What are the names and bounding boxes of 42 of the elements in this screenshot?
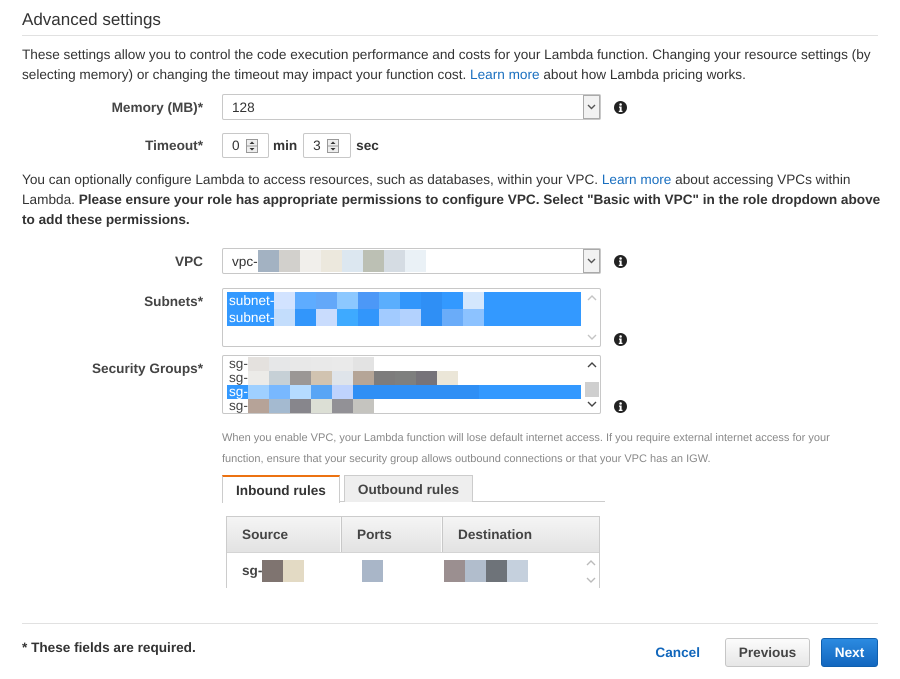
stepper-arrows-icon[interactable] bbox=[326, 138, 339, 152]
column-header[interactable]: Destination bbox=[443, 517, 599, 552]
info-icon[interactable] bbox=[614, 400, 627, 413]
description-text: These settings allow you to control the code execution performance and costs for your Lambda function. Changing your resource settings (by selecting memory) or changing the timeout may impact your function cost. Learn more about how Lambda pricing works. bbox=[22, 46, 872, 84]
vpc-internet-warning: When you enable VPC, your Lambda function will lose default internet access. If you require external internet access for your function, ensure that your security group allows outbound connections or that your VPC has an IGW. bbox=[222, 431, 831, 467]
chevron-up-icon[interactable] bbox=[587, 362, 597, 368]
required-fields-note: * These fields are required. bbox=[22, 640, 196, 655]
unit-label: sec bbox=[356, 138, 379, 153]
unit-label: min bbox=[273, 138, 298, 153]
field-label: VPC bbox=[174, 252, 203, 270]
memory-select[interactable]: 128 bbox=[222, 94, 601, 120]
listbox-option[interactable]: sg- bbox=[227, 357, 581, 371]
minutes-input[interactable]: 0 bbox=[222, 133, 269, 158]
field-label: Timeout* bbox=[144, 137, 203, 154]
table-cell: sg- bbox=[242, 563, 262, 578]
next-button[interactable]: Next bbox=[821, 638, 878, 667]
stepper-arrows-icon[interactable] bbox=[246, 138, 258, 152]
chevron-down-icon[interactable] bbox=[587, 401, 597, 407]
scrollbar-thumb[interactable] bbox=[585, 382, 599, 397]
field-label: Security Groups* bbox=[90, 360, 203, 377]
listbox-option[interactable]: sg- bbox=[227, 399, 581, 413]
chevron-down-icon[interactable] bbox=[583, 249, 600, 273]
vpc-select[interactable]: vpc- bbox=[222, 248, 601, 274]
info-icon[interactable] bbox=[614, 333, 627, 346]
info-icon[interactable] bbox=[614, 100, 627, 114]
security-groups-listbox[interactable]: sg- sg- sg- sg- bbox=[222, 355, 601, 414]
info-icon[interactable] bbox=[614, 254, 627, 268]
tab[interactable]: Inbound rules bbox=[222, 475, 340, 503]
column-header[interactable]: Source bbox=[227, 517, 342, 552]
previous-button[interactable]: Previous bbox=[725, 638, 810, 667]
column-header[interactable]: Ports bbox=[342, 517, 443, 552]
learn-more-link[interactable]: Learn more bbox=[470, 67, 540, 82]
listbox-option[interactable]: sg- bbox=[227, 371, 581, 385]
section-title: Advanced settings bbox=[22, 9, 161, 31]
tab[interactable]: Outbound rules bbox=[344, 475, 474, 502]
field-label: Subnets* bbox=[143, 293, 203, 310]
description-text: You can optionally configure Lambda to access resources, such as databases, within your VPC. Learn more about accessing VPCs within Lambda. Please ensure your role has appropriate permissions to configure VPC. Select "Basic with VPC" in the role dropdown above to add these permissions. bbox=[22, 171, 882, 229]
cancel-link[interactable]: Cancel bbox=[655, 645, 700, 660]
learn-more-link[interactable]: Learn more bbox=[602, 172, 672, 187]
chevron-down-icon[interactable] bbox=[583, 95, 600, 119]
seconds-input[interactable]: 3 bbox=[303, 133, 352, 158]
field-label: Memory (MB)* bbox=[110, 98, 203, 116]
